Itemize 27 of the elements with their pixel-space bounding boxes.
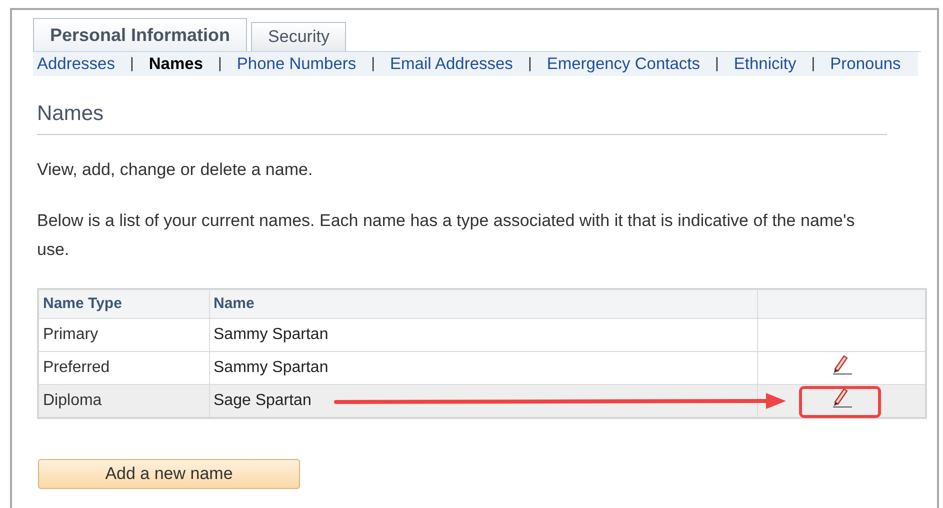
subnav-link[interactable]: Email Addresses [390, 52, 513, 76]
intro-text: View, add, change or delete a name. [37, 158, 314, 180]
add-name-button[interactable]: Add a new name [38, 459, 300, 489]
tab[interactable]: Security [251, 22, 346, 51]
subnav-link[interactable]: Phone Numbers [236, 52, 356, 76]
name-text: Sammy Spartan [214, 358, 328, 376]
separator: | [528, 54, 532, 74]
column-header: Name [209, 290, 757, 318]
name-type-text: Preferred [43, 358, 110, 376]
name-text: Sage Spartan [214, 392, 312, 409]
subnav-link[interactable]: Addresses [37, 52, 115, 76]
subnav-link[interactable]: Ethnicity [734, 52, 796, 76]
section-heading: Names [37, 98, 887, 134]
tab[interactable]: Personal Information [33, 18, 248, 51]
name-type-text: Primary [43, 326, 98, 342]
subnav-link[interactable]: Emergency Contacts [546, 52, 700, 76]
subnav-link[interactable]: Pronouns [830, 52, 901, 76]
name-text: Sammy Spartan [214, 326, 328, 342]
column-header: Name Type [39, 290, 209, 318]
description-text: Below is a list of your current names. Each name has a type associated with it that is indicative of the name's use. [37, 210, 856, 261]
separator: | [371, 54, 376, 74]
subnav-link[interactable]: Names [148, 52, 203, 76]
separator: | [811, 54, 816, 74]
separator: | [715, 54, 719, 74]
separator: | [218, 54, 222, 74]
separator: | [130, 54, 134, 74]
name-type-text: Diploma [43, 392, 102, 409]
